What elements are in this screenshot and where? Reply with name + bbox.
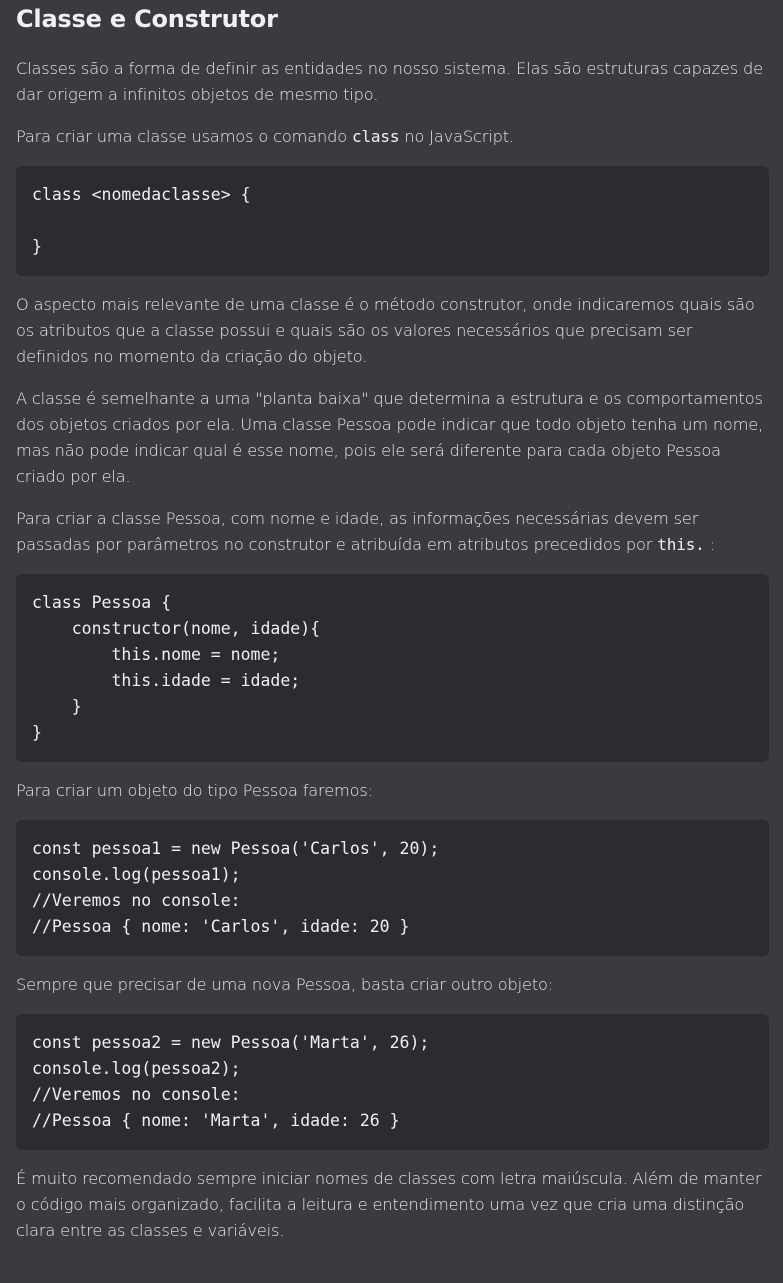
code-block-pessoa2: const pessoa2 = new Pessoa('Marta', 26);… (16, 1014, 769, 1150)
paragraph-constructor: O aspecto mais relevante de uma classe é… (16, 295, 755, 366)
code-block-pessoa-class: class Pessoa { constructor(nome, idade){… (16, 574, 769, 762)
text-segment: no JavaScript. (399, 127, 514, 146)
paragraph-blueprint: A classe é semelhante a uma "planta baix… (16, 389, 764, 486)
inline-code-this: this. (657, 535, 705, 554)
paragraph-pessoa-class: Para criar a classe Pessoa, com nome e i… (16, 506, 769, 558)
article: Classe e Construtor Classes são a forma … (0, 0, 783, 1283)
text-segment: : (704, 535, 715, 554)
code-block-class-syntax: class <nomedaclasse> { } (16, 166, 769, 276)
paragraph-intro: Classes são a forma de definir as entida… (16, 59, 763, 104)
paragraph-create-object: Para criar um objeto do tipo Pessoa fare… (16, 781, 373, 800)
code-block-pessoa1: const pessoa1 = new Pessoa('Carlos', 20)… (16, 820, 769, 956)
paragraph-new-object: Sempre que precisar de uma nova Pessoa, … (16, 975, 554, 994)
inline-code-class: class (351, 127, 400, 146)
paragraph-class-command: Para criar uma classe usamos o comando c… (16, 124, 769, 150)
text-segment: Para criar a classe Pessoa, com nome e i… (16, 509, 699, 554)
text-segment: Para criar uma classe usamos o comando (16, 127, 352, 146)
paragraph-naming-tip: É muito recomendado sempre iniciar nomes… (16, 1169, 762, 1240)
page-title: Classe e Construtor (16, 5, 278, 33)
